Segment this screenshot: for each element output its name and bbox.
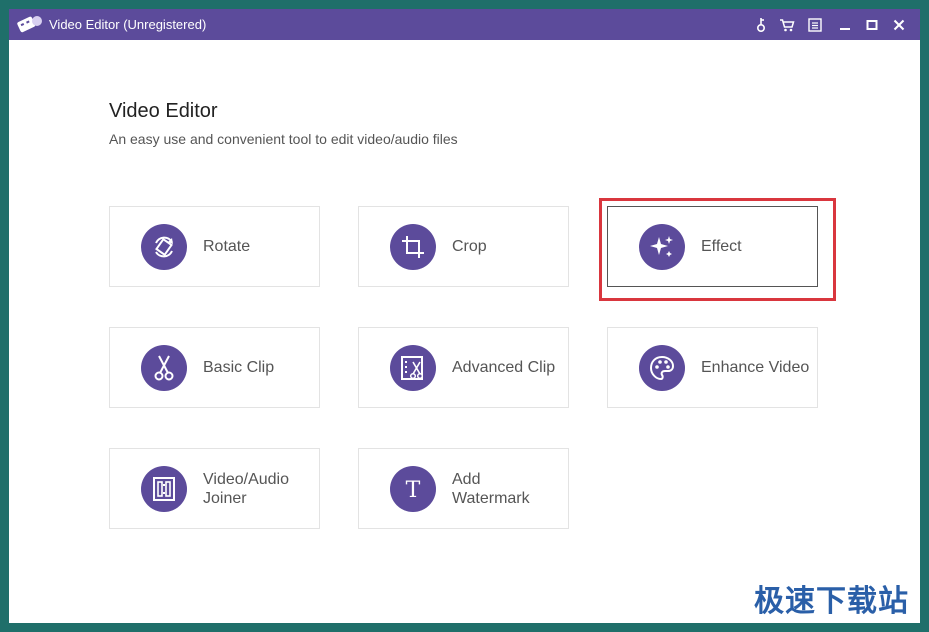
tool-label: Enhance Video <box>701 359 810 376</box>
app-logo-icon <box>17 16 42 33</box>
site-watermark: 极速下载站 <box>754 584 909 619</box>
minimize-button[interactable] <box>836 16 854 34</box>
menu-icon <box>808 18 822 32</box>
page-title: Video Editor <box>109 100 218 122</box>
tool-label: Effect <box>701 238 742 255</box>
menu-button[interactable] <box>806 16 824 34</box>
tool-label: Rotate <box>203 238 251 255</box>
tool-basic-clip[interactable]: Basic Clip <box>109 327 320 408</box>
tool-crop[interactable]: Crop <box>358 206 569 287</box>
tool-label: Advanced Clip <box>452 359 556 376</box>
advanced-clip-icon <box>390 345 436 391</box>
tool-video-audio-joiner[interactable]: Video/Audio Joiner <box>109 448 320 529</box>
tool-enhance-video[interactable]: Enhance Video <box>607 327 818 408</box>
tool-label: Add Watermark <box>452 470 530 507</box>
tool-rotate[interactable]: Rotate <box>109 206 320 287</box>
text-t-icon: T <box>390 466 436 512</box>
scissors-icon <box>141 345 187 391</box>
app-window: Video Editor (Unregistered) Video Editor… <box>9 9 920 623</box>
tool-advanced-clip[interactable]: Advanced Clip <box>358 327 569 408</box>
minimize-icon <box>840 28 850 30</box>
tool-label: Video/Audio Joiner <box>203 470 289 507</box>
tool-label: Basic Clip <box>203 359 275 376</box>
joiner-icon <box>141 466 187 512</box>
window-title: Video Editor (Unregistered) <box>49 17 207 32</box>
key-icon <box>756 18 766 33</box>
register-key-button[interactable] <box>752 16 770 34</box>
tool-add-watermark[interactable]: T Add Watermark <box>358 448 569 529</box>
rotate-icon <box>141 224 187 270</box>
page-subtitle: An easy use and convenient tool to edit … <box>109 131 458 147</box>
title-bar[interactable]: Video Editor (Unregistered) <box>9 9 920 40</box>
main-content: Video Editor An easy use and convenient … <box>9 40 920 623</box>
close-button[interactable] <box>890 16 908 34</box>
tool-label: Crop <box>452 238 487 255</box>
maximize-button[interactable] <box>863 16 881 34</box>
sparkle-icon <box>639 224 685 270</box>
crop-icon <box>390 224 436 270</box>
tool-effect[interactable]: Effect <box>607 206 818 287</box>
buy-button[interactable] <box>778 16 796 34</box>
maximize-icon <box>866 20 878 30</box>
svg-text:T: T <box>406 478 421 502</box>
palette-icon <box>639 345 685 391</box>
cart-icon <box>780 19 795 32</box>
close-icon <box>893 19 905 31</box>
